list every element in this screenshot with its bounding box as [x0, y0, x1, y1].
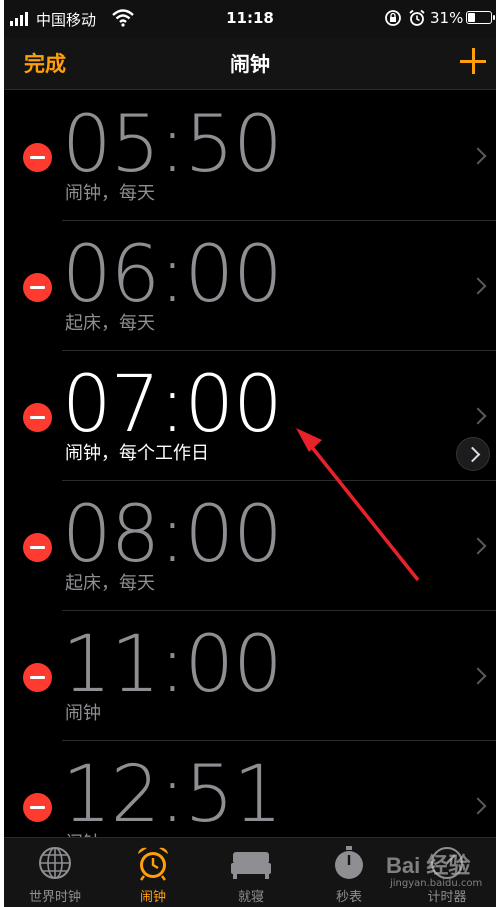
chevron-right-icon[interactable]: [469, 537, 487, 555]
alarm-row[interactable]: 05:50 闹钟，每天: [4, 91, 496, 221]
chevron-right-icon[interactable]: [469, 277, 487, 295]
chevron-right-icon[interactable]: [469, 147, 487, 165]
stopwatch-icon: [335, 846, 363, 879]
battery-icon: [466, 11, 495, 24]
tab-bedtime[interactable]: 就寝: [202, 844, 300, 905]
alarm-time: 11:00: [62, 620, 283, 710]
tab-label: 闹钟: [139, 890, 166, 905]
alarm-label: 起床，每天: [65, 313, 155, 334]
alarm-clock-icon: [138, 847, 168, 881]
chevron-right-icon[interactable]: [469, 407, 487, 425]
alarm-row[interactable]: 07:00 闹钟，每个工作日: [4, 351, 496, 481]
alarm-time: 07:00: [62, 360, 283, 450]
alarm-row[interactable]: 12:51闹钟: [4, 741, 496, 837]
battery-percent: 31%: [430, 9, 464, 27]
status-bar: 中国移动 11:18 31%: [4, 0, 496, 38]
delete-minus-icon[interactable]: [23, 403, 52, 432]
chevron-right-icon[interactable]: [469, 667, 487, 685]
bed-icon: [231, 852, 271, 879]
alarm-status-icon: [409, 9, 425, 26]
alarm-row[interactable]: 11:00 闹钟: [4, 611, 496, 741]
globe-icon: [39, 847, 71, 879]
alarm-time: 08:00: [62, 490, 283, 580]
alarm-label: 起床，每天: [65, 573, 155, 594]
delete-minus-icon[interactable]: [23, 273, 52, 302]
page-title: 闹钟: [230, 52, 270, 76]
floating-chevron-button[interactable]: [456, 437, 490, 471]
alarm-time: 06:00: [62, 230, 283, 320]
alarm-time: 05:50: [62, 100, 283, 190]
phone-screen: 中国移动 11:18 31% 完成 闹钟 05:50 闹钟，每天 06:00 起床，每…: [4, 0, 496, 907]
tab-label: 秒表: [335, 890, 362, 905]
alarm-label: 闹钟，每天: [65, 183, 155, 204]
tab-alarm[interactable]: 闹钟: [104, 844, 202, 905]
tab-label: 就寝: [237, 890, 264, 905]
alarm-label: 闹钟: [65, 703, 101, 724]
delete-minus-icon[interactable]: [23, 143, 52, 172]
chevron-right-icon[interactable]: [469, 797, 487, 815]
alarm-row[interactable]: 06:00 起床，每天: [4, 221, 496, 351]
tab-world-clock[interactable]: 世界时钟: [6, 844, 104, 905]
watermark-brand: Bai 经验: [386, 853, 471, 878]
delete-minus-icon[interactable]: [23, 663, 52, 692]
tab-stopwatch[interactable]: 秒表: [300, 844, 398, 905]
plus-icon[interactable]: [460, 48, 486, 74]
rotation-lock-icon: [385, 10, 401, 26]
alarm-label: 闹钟: [65, 829, 101, 837]
alarm-row[interactable]: 08:00 起床，每天: [4, 481, 496, 611]
alarm-time: 12:51: [62, 750, 283, 837]
alarm-label: 闹钟，每个工作日: [65, 443, 209, 464]
watermark-url: jingyan.baidu.com: [390, 878, 483, 889]
tab-label: 世界时钟: [28, 890, 81, 905]
alarm-list: 05:50 闹钟，每天 06:00 起床，每天 07:00 闹钟，每个工作日 08:00 起床…: [4, 91, 496, 837]
delete-minus-icon[interactable]: [23, 533, 52, 562]
delete-minus-icon[interactable]: [23, 793, 52, 822]
navigation-bar: 完成 闹钟: [4, 38, 496, 90]
